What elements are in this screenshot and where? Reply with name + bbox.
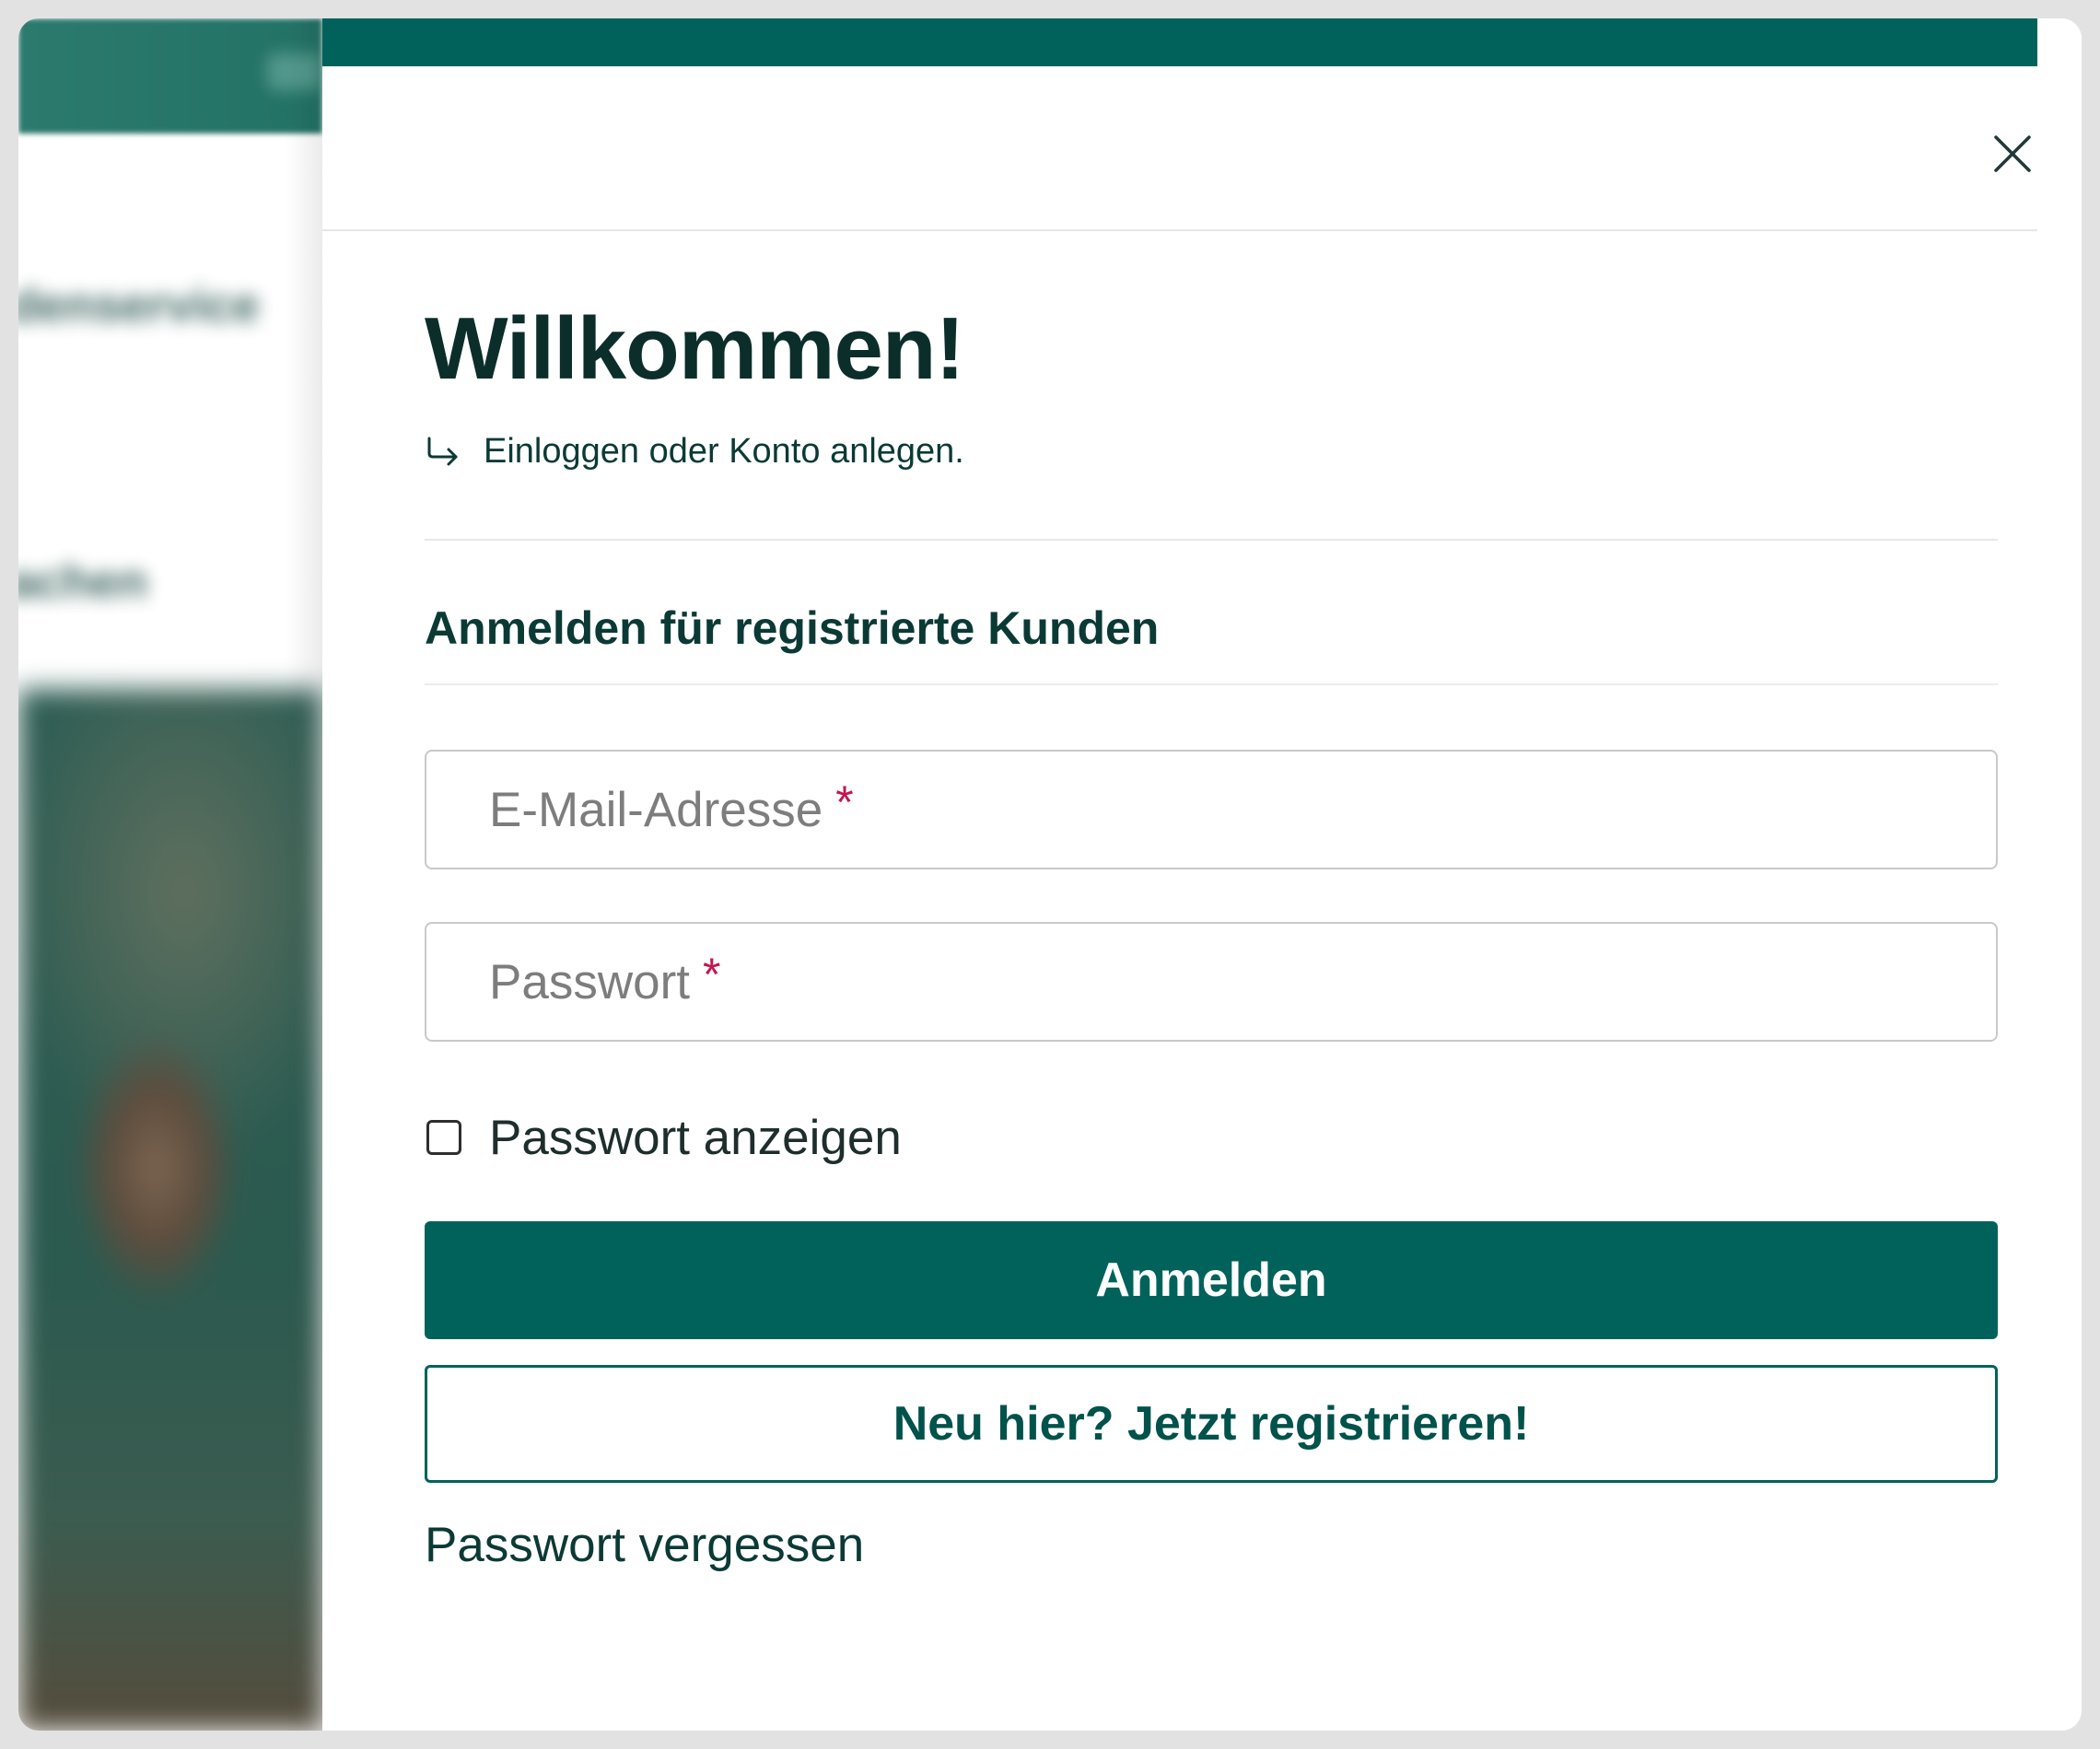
divider xyxy=(425,539,1998,541)
login-modal: Willkommen! Einloggen oder Konto anlegen… xyxy=(322,18,2082,1731)
show-password-label[interactable]: Passwort anzeigen xyxy=(489,1110,902,1166)
background-menu-item-customer-service: denservice xyxy=(18,279,260,332)
email-input[interactable] xyxy=(426,752,1996,868)
divider xyxy=(425,683,1998,685)
show-password-checkbox[interactable] xyxy=(426,1120,461,1155)
close-button[interactable] xyxy=(1989,131,2036,177)
arrow-return-right-icon xyxy=(427,437,458,466)
modal-shadow xyxy=(286,18,322,1731)
password-input[interactable] xyxy=(426,924,1996,1040)
modal-subtitle-text: Einloggen oder Konto anlegen. xyxy=(484,431,964,471)
show-password-row: Passwort anzeigen xyxy=(425,1108,902,1167)
section-title: Anmelden für registrierte Kunden xyxy=(425,602,1160,654)
modal-title: Willkommen! xyxy=(425,299,965,398)
modal-subtitle: Einloggen oder Konto anlegen. xyxy=(425,428,964,474)
modal-top-bar xyxy=(322,18,2037,66)
browser-frame: denservice achen Willkommen! Einloggen o… xyxy=(18,18,2082,1731)
register-button[interactable]: Neu hier? Jetzt registrieren! xyxy=(425,1365,1998,1483)
close-icon xyxy=(1994,135,2031,172)
background-header-bar xyxy=(18,18,322,134)
header-divider xyxy=(322,229,2037,231)
password-field[interactable]: Passwort * xyxy=(425,922,1998,1042)
background-page: denservice achen xyxy=(18,18,322,1731)
email-field[interactable]: E-Mail-Adresse * xyxy=(425,750,1998,869)
login-button[interactable]: Anmelden xyxy=(425,1221,1998,1339)
background-vase-photo xyxy=(18,689,322,1731)
background-menu-item-second: achen xyxy=(18,555,148,609)
modal-right-gutter xyxy=(2037,18,2082,1731)
forgot-password-link[interactable]: Passwort vergessen xyxy=(425,1517,864,1573)
